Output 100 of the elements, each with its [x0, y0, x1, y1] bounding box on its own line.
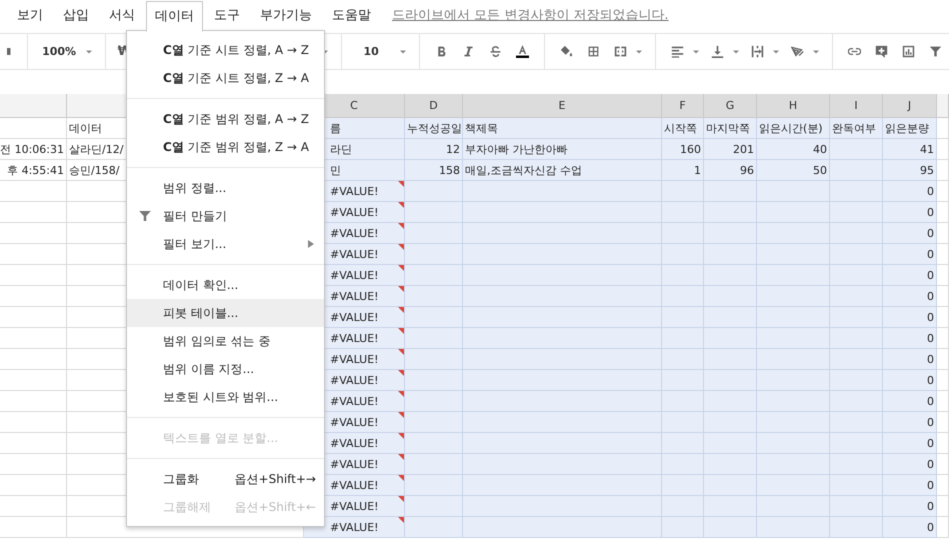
table-cell	[405, 223, 463, 244]
strikethrough-icon[interactable]	[489, 44, 502, 59]
table-cell	[830, 265, 883, 286]
menu-item[interactable]: 부가기능	[251, 0, 321, 30]
table-cell: 0	[883, 391, 937, 412]
text-color-icon[interactable]	[516, 44, 530, 59]
menu-item[interactable]: 도움말	[323, 0, 380, 30]
save-status-link[interactable]: 드라이브에서 모든 변경사항이 저장되었습니다.	[392, 6, 669, 24]
table-cell	[662, 517, 704, 538]
chart-icon[interactable]	[902, 44, 915, 59]
column-header[interactable]: I	[830, 94, 883, 118]
merge-icon[interactable]	[614, 44, 627, 59]
table-cell	[704, 244, 757, 265]
table-cell: 96	[704, 160, 757, 181]
table-cell: 누적성공일	[405, 118, 463, 139]
column-header[interactable]: H	[757, 94, 830, 118]
table-cell	[662, 496, 704, 517]
table-cell	[830, 454, 883, 475]
table-cell: 읽은분량	[883, 118, 937, 139]
menu-item[interactable]: 보기	[8, 0, 52, 30]
table-cell	[830, 244, 883, 265]
table-cell: 0	[883, 286, 937, 307]
caret-icon[interactable]	[400, 50, 406, 54]
table-cell	[937, 139, 949, 160]
table-cell	[704, 433, 757, 454]
font-size-dropdown[interactable]: 10	[350, 45, 398, 58]
table-cell	[405, 391, 463, 412]
table-cell	[405, 181, 463, 202]
table-cell: 201	[704, 139, 757, 160]
caret-icon[interactable]	[773, 50, 780, 54]
italic-icon[interactable]	[462, 44, 476, 59]
table-cell	[937, 454, 949, 475]
table-cell	[704, 349, 757, 370]
menu-item[interactable]: 도구	[205, 0, 249, 30]
menu-item[interactable]: 삽입	[54, 0, 98, 30]
table-cell: 책제목	[463, 118, 662, 139]
table-cell	[405, 265, 463, 286]
table-cell	[937, 517, 949, 538]
borders-icon[interactable]	[586, 44, 600, 59]
table-cell	[704, 517, 757, 538]
table-cell	[662, 181, 704, 202]
column-header[interactable]: G	[704, 94, 757, 118]
table-cell: 0	[883, 328, 937, 349]
table-cell: 40	[757, 139, 830, 160]
table-cell	[937, 118, 949, 139]
text-rotation-icon[interactable]	[791, 44, 804, 59]
table-cell: 158	[405, 160, 463, 181]
table-cell: 시작쪽	[662, 118, 704, 139]
table-cell	[937, 160, 949, 181]
text-wrap-icon[interactable]	[751, 44, 764, 59]
caret-icon[interactable]	[813, 50, 820, 54]
table-cell	[937, 370, 949, 391]
table-cell	[405, 286, 463, 307]
table-cell	[662, 286, 704, 307]
table-cell	[937, 412, 949, 433]
table-cell	[704, 265, 757, 286]
table-cell	[704, 412, 757, 433]
fill-color-icon[interactable]	[560, 44, 573, 59]
table-cell: 마지막쪽	[704, 118, 757, 139]
table-cell	[662, 265, 704, 286]
caret-icon[interactable]	[692, 50, 699, 54]
table-cell: 50	[757, 160, 830, 181]
comment-icon[interactable]	[875, 44, 888, 59]
table-cell: 0	[883, 307, 937, 328]
table-cell: 0	[883, 223, 937, 244]
menu-option[interactable]: C열 기준 시트 정렬, Z → A	[127, 64, 324, 92]
table-cell: 0	[883, 370, 937, 391]
table-cell	[830, 181, 883, 202]
table-cell	[405, 433, 463, 454]
align-left-icon[interactable]	[670, 44, 684, 59]
menu-option[interactable]: C열 기준 시트 정렬, A → Z	[127, 36, 324, 64]
column-header[interactable]: E	[463, 94, 662, 118]
filter-icon[interactable]	[929, 44, 942, 59]
table-cell	[830, 391, 883, 412]
column-header[interactable]: F	[662, 94, 704, 118]
table-cell	[937, 265, 949, 286]
caret-icon[interactable]	[732, 50, 740, 54]
table-cell	[405, 307, 463, 328]
column-header[interactable]: D	[405, 94, 463, 118]
table-cell: 완독여부	[830, 118, 883, 139]
table-cell	[662, 349, 704, 370]
table-cell: 95	[883, 160, 937, 181]
menu-item[interactable]: 데이터	[146, 1, 203, 32]
table-cell: 읽은시간(분)	[757, 118, 830, 139]
table-cell	[830, 160, 883, 181]
table-cell	[405, 496, 463, 517]
table-cell	[830, 370, 883, 391]
table-cell: 후 4:55:41	[0, 160, 67, 181]
zoom-dropdown[interactable]: 100%	[36, 45, 84, 58]
menu-item[interactable]: 서식	[100, 0, 144, 30]
menu-option[interactable]: 피봇 테이블...	[127, 299, 324, 327]
column-header[interactable]: J	[883, 94, 937, 118]
caret-icon[interactable]	[636, 50, 642, 54]
table-cell: 0	[883, 181, 937, 202]
table-cell	[830, 433, 883, 454]
table-cell: 160	[662, 139, 704, 160]
table-cell	[830, 412, 883, 433]
vertical-align-icon[interactable]	[710, 44, 724, 59]
table-cell	[937, 202, 949, 223]
caret-icon[interactable]	[86, 50, 92, 54]
